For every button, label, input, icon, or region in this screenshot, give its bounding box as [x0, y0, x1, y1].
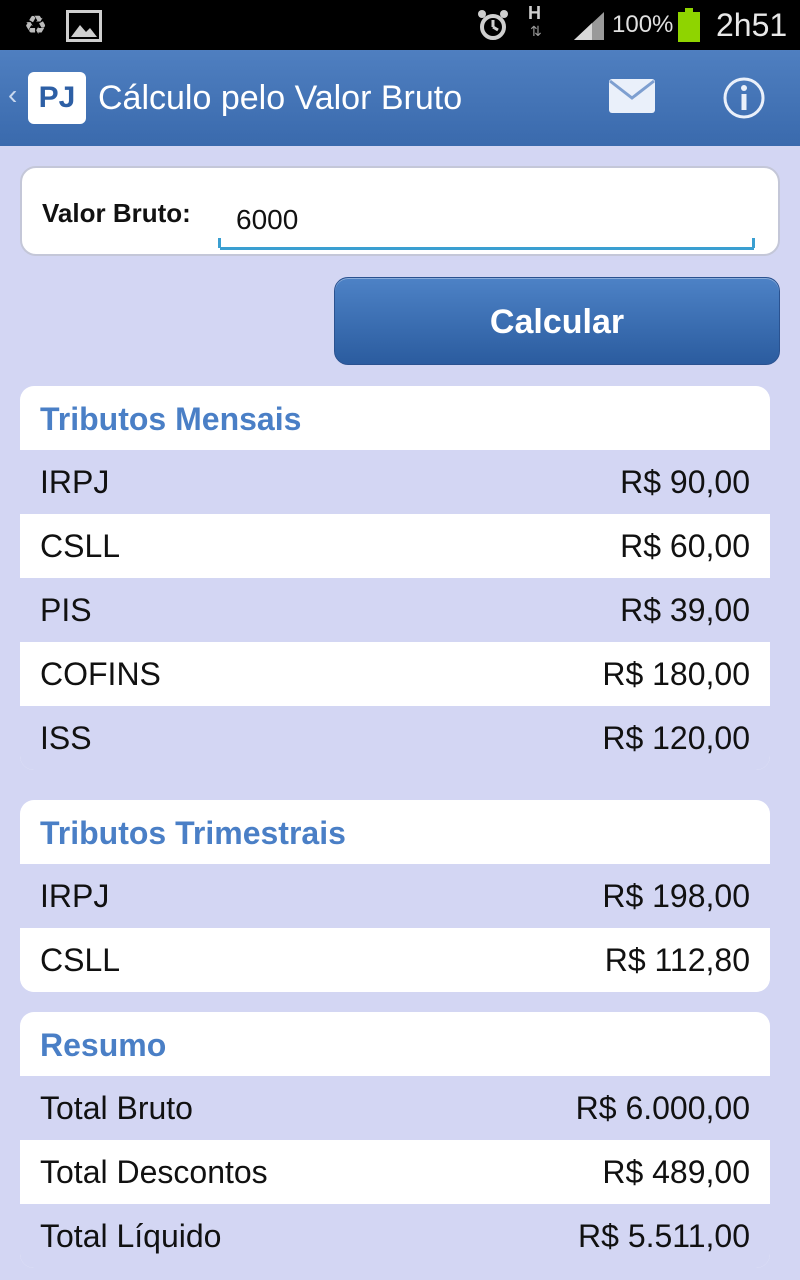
tributos-mensais-section: Tributos Mensais IRPJ R$ 90,00 CSLL R$ 6… — [20, 386, 770, 770]
valor-bruto-card: Valor Bruto: — [20, 166, 780, 256]
row-value: R$ 120,00 — [602, 719, 750, 756]
row-value: R$ 39,00 — [620, 591, 750, 628]
battery-percent: 100% — [612, 11, 674, 38]
alarm-icon — [476, 8, 510, 42]
row-value: R$ 90,00 — [620, 463, 750, 500]
row-value: R$ 6.000,00 — [575, 1089, 750, 1126]
app-logo[interactable]: PJ — [28, 72, 86, 124]
table-row: ISS R$ 120,00 — [20, 706, 770, 770]
table-row: PIS R$ 39,00 — [20, 578, 770, 642]
row-value: R$ 5.511,00 — [578, 1217, 750, 1254]
input-underline-right-tick — [752, 238, 755, 248]
row-label: Total Descontos — [40, 1153, 268, 1190]
valor-bruto-input[interactable] — [220, 188, 754, 250]
mail-icon[interactable] — [608, 78, 656, 114]
recycle-icon: ♻ — [24, 10, 48, 40]
battery-icon — [678, 8, 700, 42]
table-row: Total Bruto R$ 6.000,00 — [20, 1076, 770, 1140]
row-label: CSLL — [40, 941, 121, 978]
row-label: Total Bruto — [40, 1089, 193, 1126]
row-label: IRPJ — [40, 877, 110, 914]
table-row: IRPJ R$ 90,00 — [20, 450, 770, 514]
row-value: R$ 112,80 — [604, 941, 750, 978]
image-icon — [66, 10, 102, 42]
row-label: CSLL — [40, 527, 121, 564]
action-bar: ‹ PJ Cálculo pelo Valor Bruto — [0, 50, 800, 146]
table-row: CSLL R$ 60,00 — [20, 514, 770, 578]
row-label: Total Líquido — [40, 1217, 222, 1254]
back-chevron-icon[interactable]: ‹ — [8, 80, 17, 110]
row-label: COFINS — [40, 655, 161, 692]
row-value: R$ 198,00 — [602, 877, 750, 914]
table-row: Total Descontos R$ 489,00 — [20, 1140, 770, 1204]
page-title: Cálculo pelo Valor Bruto — [98, 79, 463, 117]
info-icon[interactable] — [722, 76, 766, 120]
section-title: Resumo — [40, 1027, 167, 1063]
table-row: COFINS R$ 180,00 — [20, 642, 770, 706]
table-row: IRPJ R$ 198,00 — [20, 864, 770, 928]
row-label: ISS — [40, 719, 92, 756]
resumo-section: Resumo Total Bruto R$ 6.000,00 Total Des… — [20, 1012, 770, 1268]
data-arrows-icon: ⇅ — [530, 23, 542, 39]
table-row: Total Líquido R$ 5.511,00 — [20, 1204, 770, 1268]
table-row: CSLL R$ 112,80 — [20, 928, 770, 992]
status-bar: ♻ H ⇅ 100% 2h51 — [0, 0, 800, 50]
signal-icon — [572, 10, 606, 42]
row-value: R$ 60,00 — [620, 527, 750, 564]
valor-bruto-label: Valor Bruto: — [42, 198, 191, 228]
row-label: IRPJ — [40, 463, 110, 500]
section-title: Tributos Trimestrais — [40, 815, 346, 851]
tributos-trimestrais-section: Tributos Trimestrais IRPJ R$ 198,00 CSLL… — [20, 800, 770, 992]
row-label: PIS — [40, 591, 92, 628]
calcular-button[interactable]: Calcular — [334, 277, 780, 365]
row-value: R$ 180,00 — [602, 655, 750, 692]
network-type-label: H — [528, 3, 541, 23]
input-underline-left-tick — [218, 238, 221, 248]
row-value: R$ 489,00 — [602, 1153, 750, 1190]
section-title: Tributos Mensais — [40, 401, 302, 437]
status-time: 2h51 — [716, 7, 788, 43]
